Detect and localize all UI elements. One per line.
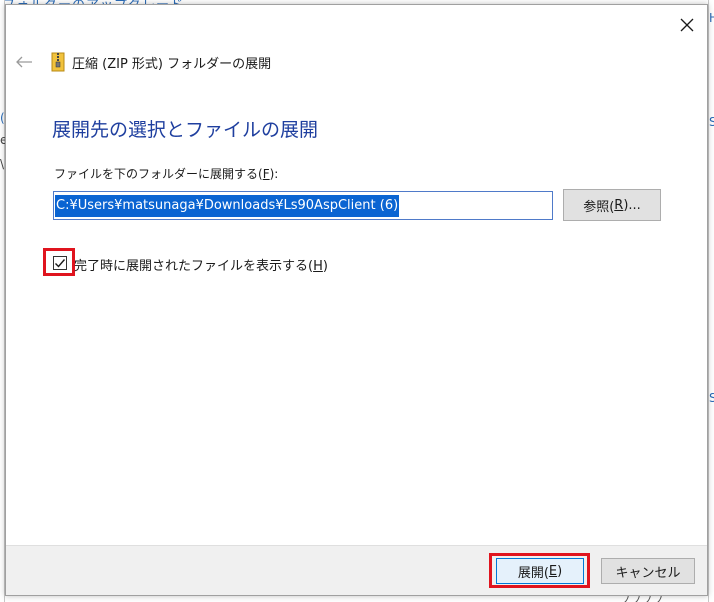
destination-path-input[interactable]: C:¥Users¥matsunaga¥Downloads¥Ls90AspClie… [53,191,553,220]
background-glyph: S [709,115,714,129]
show-files-checkbox[interactable] [53,256,67,270]
cancel-button[interactable]: キャンセル [601,558,695,584]
destination-path-value: C:¥Users¥matsunaga¥Downloads¥Ls90AspClie… [55,194,400,217]
background-glyph: \ [0,157,5,171]
back-arrow-icon [16,56,32,68]
checkmark-icon [55,259,66,268]
back-button[interactable] [14,52,34,72]
show-files-label-text: 完了時に展開されたファイルを表示する( [74,259,314,274]
extract-zip-dialog: 圧縮 (ZIP 形式) フォルダーの展開 展開先の選択とファイルの展開 ファイル… [5,4,708,596]
dialog-footer: 展開(E) キャンセル [6,545,707,595]
dialog-header: 圧縮 (ZIP 形式) フォルダーの展開 [14,51,271,73]
extract-button-text: 展開( [517,565,549,581]
show-files-label-accesskey: H [313,259,323,274]
show-files-label-suffix: ) [322,259,328,274]
close-button[interactable] [673,11,701,39]
browse-button-text: 参照( [583,199,615,215]
browse-button-suffix: )... [623,197,641,213]
browse-button-accesskey: R [614,197,624,213]
browse-button[interactable]: 参照(R)... [563,189,661,221]
window-title: 圧縮 (ZIP 形式) フォルダーの展開 [72,56,272,72]
destination-label: ファイルを下のフォルダーに展開する(F): [54,165,278,182]
background-glyph: ( [0,111,5,125]
background-right-edge [708,0,714,602]
extract-button-suffix: ) [557,563,563,579]
zip-folder-icon [51,52,65,72]
extract-button[interactable]: 展開(E) [496,558,584,584]
background-glyph: S [709,391,714,405]
background-glyph: H [709,11,714,25]
page-heading: 展開先の選択とファイルの展開 [52,119,319,141]
destination-label-suffix: ): [269,167,279,181]
destination-label-text: ファイルを下のフォルダーに展開する( [54,167,263,181]
show-files-label[interactable]: 完了時に展開されたファイルを表示する(H) [74,255,328,274]
destination-label-accesskey: F [262,167,270,181]
extract-button-accesskey: E [548,563,558,579]
screen: フォルダーのアップグレード ( e \ H S S ノノノノ [0,0,714,602]
close-icon [680,18,694,32]
